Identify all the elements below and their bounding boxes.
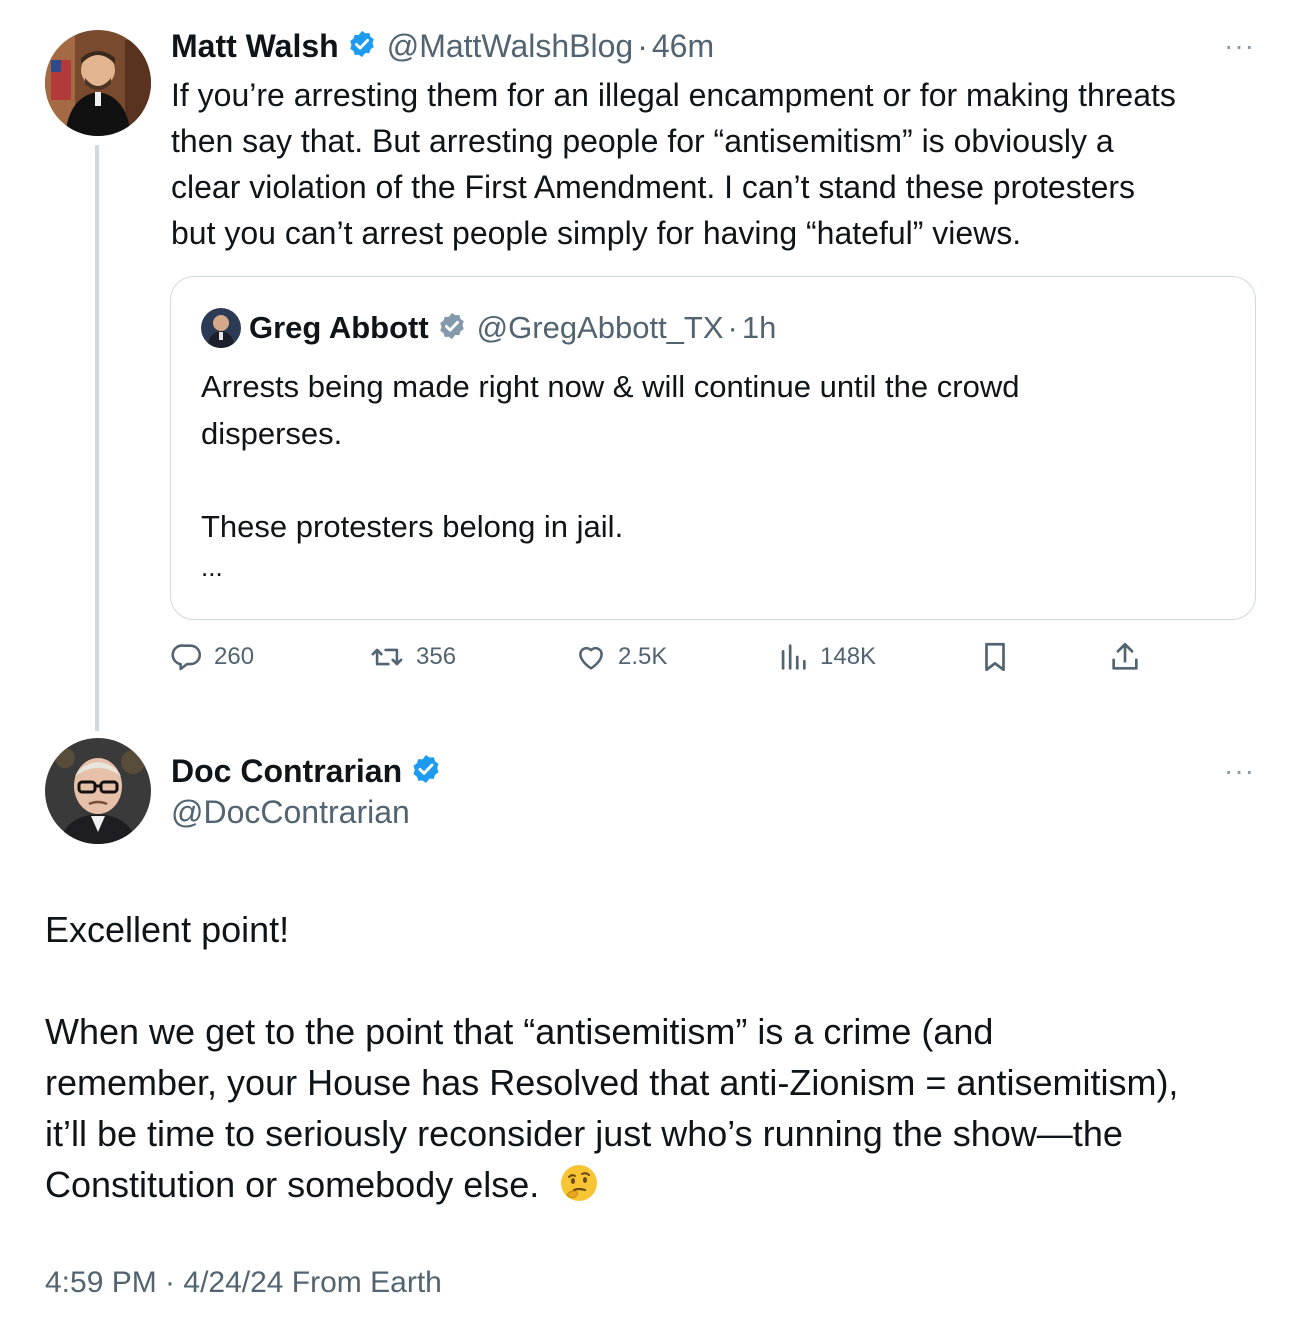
tweet-timestamp[interactable]: 4:59 PM · 4/24/24 From Earth [45, 1266, 442, 1300]
thread-connector-line [95, 145, 99, 731]
tweet1-header: Matt Walsh @MattWalshBlog · 46m [171, 26, 714, 66]
tweet2-header: Doc Contrarian [171, 751, 442, 791]
thinking-face-icon [559, 1163, 599, 1216]
tweet-text-line: it’ll be time to seriously reconsider ju… [45, 1113, 1123, 1154]
author-handle[interactable]: @MattWalshBlog [387, 28, 633, 65]
repost-count: 356 [416, 643, 457, 670]
truncation-ellipsis: ... [201, 552, 223, 582]
views-icon [776, 640, 810, 674]
separator-dot: · [637, 27, 648, 64]
tweet-text-line: then say that. But arresting people for … [171, 123, 1114, 159]
tweet-text-line: If you’re arresting them for an illegal … [171, 77, 1176, 113]
greg-abbott-avatar[interactable] [201, 308, 241, 348]
quote-time[interactable]: 1h [742, 310, 776, 346]
views-button[interactable]: 148K [776, 640, 876, 674]
reply-count: 260 [214, 643, 255, 670]
repost-button[interactable]: 356 [368, 640, 456, 674]
tweet-text-line: remember, your House has Resolved that a… [45, 1062, 1179, 1103]
author-name[interactable]: Doc Contrarian [171, 753, 402, 790]
tweet2-text: Excellent point! When we get to the poin… [45, 904, 1285, 1216]
reply-button[interactable]: 260 [170, 640, 254, 674]
verified-badge-icon [410, 753, 442, 790]
tweet-time[interactable]: 46m [652, 28, 714, 65]
tweet-text-line: Excellent point! [45, 909, 290, 950]
views-count: 148K [820, 643, 877, 670]
reply-icon [170, 640, 204, 674]
repost-icon [368, 640, 406, 674]
quote-text-line: These protesters belong in jail. [201, 509, 624, 544]
like-count: 2.5K [618, 643, 668, 670]
bookmark-icon [978, 640, 1012, 674]
share-icon [1108, 640, 1142, 674]
tweet-text-line: When we get to the point that “antisemit… [45, 1011, 994, 1052]
tweet-text-line: clear violation of the First Amendment. … [171, 169, 1136, 205]
quote-author-handle[interactable]: @GregAbbott_TX [477, 310, 724, 346]
separator-dot: · [727, 310, 738, 345]
quote-author-name[interactable]: Greg Abbott [249, 310, 429, 346]
like-icon [574, 640, 608, 674]
matt-walsh-avatar[interactable] [45, 30, 151, 136]
share-button[interactable] [1108, 640, 1142, 674]
more-options-icon[interactable]: ··· [1224, 30, 1255, 62]
tweet-action-bar: 260 356 2.5K 148K [170, 640, 1170, 680]
bookmark-button[interactable] [978, 640, 1012, 674]
author-handle[interactable]: @DocContrarian [171, 794, 410, 831]
quote-header: Greg Abbott @GregAbbott_TX · 1h [249, 307, 776, 349]
verified-gray-badge-icon [437, 311, 467, 346]
doc-contrarian-avatar[interactable] [45, 738, 151, 844]
like-button[interactable]: 2.5K [574, 640, 667, 674]
author-name[interactable]: Matt Walsh [171, 28, 339, 65]
tweet-text-fragment: Constitution or somebody else. [45, 1164, 540, 1205]
verified-badge-icon [347, 29, 377, 64]
tweet-text-line-with-emoji: Constitution or somebody else. 🤔 [45, 1159, 1285, 1216]
quote-text-line: disperses. [201, 416, 343, 451]
quote-text-line: Arrests being made right now & will cont… [201, 369, 1020, 404]
quote-text: Arrests being made right now & will cont… [201, 363, 1231, 584]
tweet-text-line: but you can’t arrest people simply for h… [171, 215, 1022, 251]
tweet1-text: If you’re arresting them for an illegal … [171, 72, 1281, 256]
more-options-icon[interactable]: ··· [1224, 755, 1255, 787]
quoted-tweet-card[interactable]: Greg Abbott @GregAbbott_TX · 1h Arrests … [170, 276, 1256, 620]
